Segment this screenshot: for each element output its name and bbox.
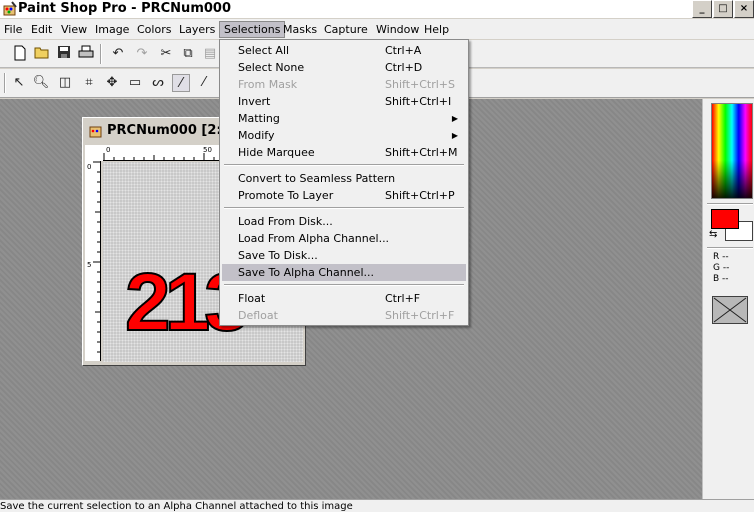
menu-masks[interactable]: Masks: [279, 21, 321, 38]
menu-capture[interactable]: Capture: [320, 21, 372, 38]
menu-from-mask[interactable]: From Mask Shift+Ctrl+S: [222, 76, 466, 93]
menu-separator: [224, 164, 464, 166]
menu-colors[interactable]: Colors: [133, 21, 175, 38]
style-swatch[interactable]: [712, 296, 748, 324]
status-text: Save the current selection to an Alpha C…: [0, 501, 353, 512]
green-value: G --: [713, 263, 730, 273]
ruler-label: 0: [87, 163, 92, 171]
menu-promote-to-layer[interactable]: Promote To Layer Shift+Ctrl+P: [222, 187, 466, 204]
menu-save-to-alpha[interactable]: Save To Alpha Channel...: [222, 264, 466, 281]
dropper-tool-icon[interactable]: ⁄: [195, 74, 213, 92]
cut-icon[interactable]: ✂: [157, 45, 175, 63]
print-icon[interactable]: [77, 45, 95, 63]
submenu-arrow-icon: ▶: [451, 131, 458, 140]
selections-menu: Select All Ctrl+A Select None Ctrl+D Fro…: [219, 39, 469, 326]
foreground-color-swatch[interactable]: [711, 209, 739, 229]
lasso-tool-icon[interactable]: ᔕ: [149, 74, 167, 92]
mover-tool-icon[interactable]: ✥: [103, 74, 121, 92]
menu-defloat[interactable]: Defloat Shift+Ctrl+F: [222, 307, 466, 324]
redo-icon[interactable]: ↷: [133, 45, 151, 63]
title-bar: Paint Shop Pro - PRCNum000 _ □ ×: [0, 0, 754, 18]
menu-separator: [224, 284, 464, 286]
undo-icon[interactable]: ↶: [109, 45, 127, 63]
maximize-button[interactable]: □: [713, 0, 733, 18]
color-spectrum[interactable]: [711, 103, 753, 199]
selection-tool-icon[interactable]: ▭: [126, 74, 144, 92]
menu-bar: File Edit View Image Colors Layers Selec…: [0, 19, 754, 39]
paint-shop-pro-icon: [3, 1, 17, 16]
status-bar: Save the current selection to an Alpha C…: [0, 499, 754, 512]
minimize-button[interactable]: _: [692, 0, 712, 18]
crop-tool-icon[interactable]: ⌗: [80, 74, 98, 92]
arrow-tool-icon[interactable]: ↖: [10, 74, 28, 92]
menu-invert[interactable]: Invert Shift+Ctrl+I: [222, 93, 466, 110]
copy-icon[interactable]: ⧉: [179, 45, 197, 63]
menu-layers[interactable]: Layers: [175, 21, 219, 38]
save-icon[interactable]: [55, 45, 73, 63]
zoom-tool-icon[interactable]: 🔍︎: [32, 74, 50, 92]
menu-file[interactable]: File: [0, 21, 26, 38]
menu-float[interactable]: Float Ctrl+F: [222, 290, 466, 307]
blue-value: B --: [713, 274, 729, 284]
magic-wand-icon[interactable]: ⁄: [172, 74, 190, 92]
ruler-label: 5: [87, 261, 92, 269]
vertical-ruler: 0 5: [85, 161, 101, 361]
menu-select-none[interactable]: Select None Ctrl+D: [222, 59, 466, 76]
menu-view[interactable]: View: [57, 21, 91, 38]
menu-modify[interactable]: Modify ▶: [222, 127, 466, 144]
new-file-icon[interactable]: [11, 45, 29, 63]
menu-help[interactable]: Help: [420, 21, 453, 38]
menu-save-to-disk[interactable]: Save To Disk...: [222, 247, 466, 264]
menu-selections[interactable]: Selections: [219, 21, 286, 38]
menu-load-from-disk[interactable]: Load From Disk...: [222, 213, 466, 230]
menu-hide-marquee[interactable]: Hide Marquee Shift+Ctrl+M: [222, 144, 466, 161]
close-button[interactable]: ×: [734, 0, 754, 18]
ruler-corner: [85, 145, 103, 161]
menu-convert-seamless[interactable]: Convert to Seamless Pattern: [222, 170, 466, 187]
color-palette: ⇆ R -- G -- B --: [702, 99, 754, 499]
menu-load-from-alpha[interactable]: Load From Alpha Channel...: [222, 230, 466, 247]
menu-separator: [224, 207, 464, 209]
menu-image[interactable]: Image: [91, 21, 133, 38]
menu-matting[interactable]: Matting ▶: [222, 110, 466, 127]
menu-edit[interactable]: Edit: [27, 21, 56, 38]
swap-colors-icon[interactable]: ⇆: [709, 229, 717, 240]
paste-icon[interactable]: ▤: [201, 45, 219, 63]
menu-select-all[interactable]: Select All Ctrl+A: [222, 42, 466, 59]
submenu-arrow-icon: ▶: [451, 114, 458, 123]
document-icon: [89, 126, 102, 138]
red-value: R --: [713, 252, 729, 262]
deformation-tool-icon[interactable]: ◫: [56, 74, 74, 92]
window-title: Paint Shop Pro - PRCNum000: [18, 1, 231, 16]
menu-window[interactable]: Window: [372, 21, 423, 38]
open-folder-icon[interactable]: [33, 45, 51, 63]
